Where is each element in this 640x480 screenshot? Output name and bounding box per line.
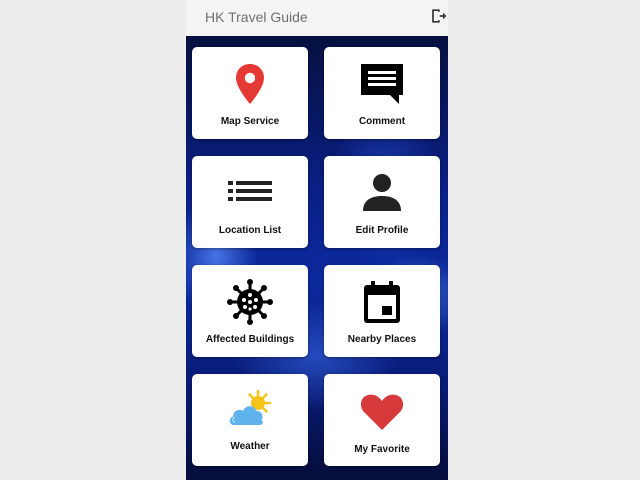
app-screen: HK Travel Guide Map Service Comment Loca… — [186, 0, 448, 480]
heart-icon — [360, 394, 404, 430]
list-icon — [228, 181, 272, 201]
map-pin-icon — [236, 64, 264, 104]
map-service-label: Map Service — [220, 116, 280, 127]
affected-buildings-button[interactable]: Affected Buildings — [192, 265, 308, 357]
weather-button[interactable]: Weather — [192, 374, 308, 466]
nearby-places-button[interactable]: Nearby Places — [324, 265, 440, 357]
comment-icon — [361, 64, 403, 104]
app-bar: HK Travel Guide — [186, 0, 448, 36]
virus-icon — [227, 279, 273, 325]
weather-label: Weather — [230, 441, 270, 452]
edit-profile-button[interactable]: Edit Profile — [324, 156, 440, 248]
edit-profile-label: Edit Profile — [355, 225, 409, 236]
logout-icon[interactable] — [428, 6, 448, 26]
map-service-button[interactable]: Map Service — [192, 47, 308, 139]
person-icon — [363, 174, 401, 211]
location-list-label: Location List — [218, 225, 282, 236]
comment-button[interactable]: Comment — [324, 47, 440, 139]
my-favorite-button[interactable]: My Favorite — [324, 374, 440, 466]
comment-label: Comment — [358, 116, 406, 127]
location-list-button[interactable]: Location List — [192, 156, 308, 248]
my-favorite-label: My Favorite — [354, 444, 410, 455]
cloud-sun-icon — [229, 389, 272, 425]
affected-buildings-label: Affected Buildings — [205, 334, 295, 345]
calendar-icon — [364, 281, 400, 323]
app-title: HK Travel Guide — [205, 9, 308, 25]
nearby-places-label: Nearby Places — [347, 334, 417, 345]
